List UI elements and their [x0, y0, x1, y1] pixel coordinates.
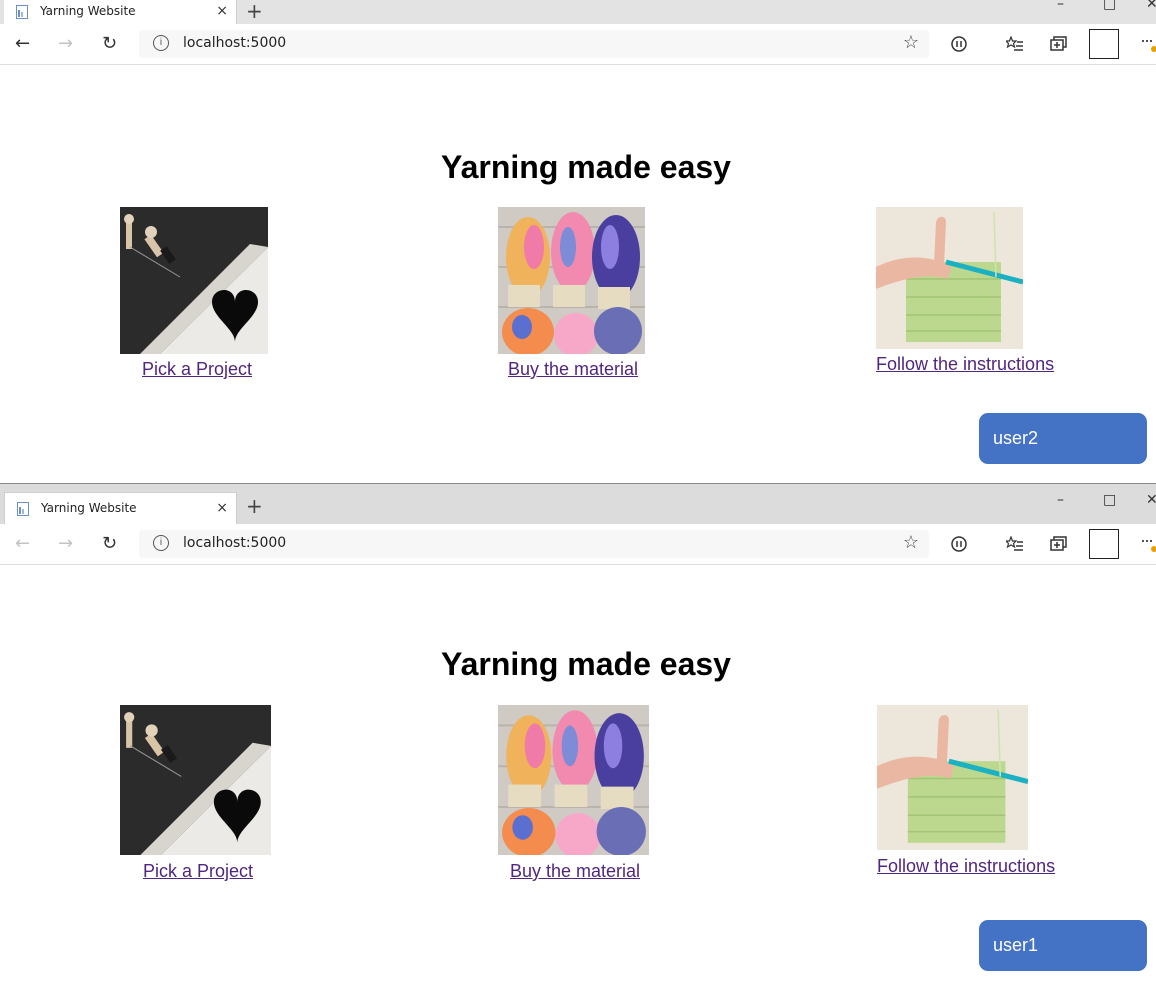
follow-instructions-link[interactable]: Follow the instructions: [876, 354, 1054, 375]
profile-button[interactable]: [1089, 529, 1119, 559]
forward-icon[interactable]: →: [58, 532, 73, 556]
address-bar[interactable]: i localhost:5000 ☆: [139, 30, 929, 58]
browser-window-2: Yarning Website × + – □ ✕ ← → ↻ i localh…: [0, 483, 1156, 985]
tab-title: Yarning Website: [40, 4, 136, 18]
back-icon[interactable]: ←: [15, 32, 30, 56]
page-icon: [16, 5, 28, 19]
yarn-skeins-image: [498, 207, 645, 354]
card-follow-instructions: Follow the instructions: [876, 207, 1054, 374]
new-tab-icon[interactable]: +: [246, 495, 263, 517]
browser-tab[interactable]: Yarning Website ×: [4, 0, 237, 24]
forward-icon[interactable]: →: [58, 32, 73, 56]
pick-project-link[interactable]: Pick a Project: [143, 861, 253, 882]
url-text[interactable]: localhost:5000: [183, 35, 286, 51]
profile-button[interactable]: [1089, 29, 1119, 59]
browser-window-1: Yarning Website × + – □ ✕ ← → ↻ i localh…: [0, 0, 1156, 482]
address-bar[interactable]: i localhost:5000 ☆: [139, 530, 929, 558]
favorite-star-icon[interactable]: ☆: [903, 532, 919, 553]
favorite-star-icon[interactable]: ☆: [903, 32, 919, 53]
maximize-icon[interactable]: □: [1103, 492, 1116, 508]
tracking-icon[interactable]: [950, 36, 968, 52]
close-window-icon[interactable]: ✕: [1146, 0, 1156, 12]
title-bar: Yarning Website × + – □ ✕: [0, 484, 1156, 524]
title-bar: Yarning Website × + – □ ✕: [0, 0, 1156, 24]
maximize-icon[interactable]: □: [1103, 0, 1116, 12]
close-window-icon[interactable]: ✕: [1146, 492, 1156, 508]
tracking-icon[interactable]: [950, 536, 968, 552]
address-toolbar: ← → ↻ i localhost:5000 ☆ ···: [0, 524, 1156, 565]
favorites-list-icon[interactable]: [1006, 536, 1024, 552]
new-tab-icon[interactable]: +: [246, 0, 263, 22]
collections-icon[interactable]: [1050, 36, 1068, 52]
card-buy-material: Buy the material: [498, 705, 649, 881]
card-pick-project: Pick a Project: [120, 207, 268, 379]
notification-dot: [1151, 546, 1156, 552]
card-follow-instructions: Follow the instructions: [877, 705, 1055, 876]
favorites-list-icon[interactable]: [1006, 36, 1024, 52]
refresh-icon[interactable]: ↻: [102, 32, 117, 56]
pick-project-link[interactable]: Pick a Project: [142, 359, 252, 380]
minimize-icon[interactable]: –: [1057, 492, 1064, 508]
buy-material-link[interactable]: Buy the material: [508, 359, 638, 380]
yarn-skeins-image: [498, 705, 649, 855]
card-pick-project: Pick a Project: [120, 705, 271, 881]
heart-blanket-image: [120, 705, 271, 855]
notification-dot: [1151, 46, 1156, 52]
crochet-image: [877, 705, 1028, 850]
page-icon: [17, 502, 29, 516]
page-title: Yarning made easy: [441, 646, 731, 682]
tab-close-icon[interactable]: ×: [216, 3, 228, 19]
info-icon[interactable]: i: [153, 35, 169, 51]
follow-instructions-link[interactable]: Follow the instructions: [877, 856, 1055, 877]
url-text[interactable]: localhost:5000: [183, 535, 286, 551]
browser-tab[interactable]: Yarning Website ×: [4, 492, 237, 524]
heart-blanket-image: [120, 207, 268, 354]
user-button[interactable]: user1: [979, 920, 1147, 971]
minimize-icon[interactable]: –: [1057, 0, 1064, 12]
tab-title: Yarning Website: [41, 501, 137, 515]
back-icon[interactable]: ←: [15, 532, 30, 556]
buy-material-link[interactable]: Buy the material: [510, 861, 640, 882]
address-toolbar: ← → ↻ i localhost:5000 ☆ ···: [0, 24, 1156, 65]
info-icon[interactable]: i: [153, 535, 169, 551]
page-title: Yarning made easy: [441, 149, 731, 185]
crochet-image: [876, 207, 1023, 349]
tab-close-icon[interactable]: ×: [216, 500, 228, 516]
refresh-icon[interactable]: ↻: [102, 532, 117, 556]
card-buy-material: Buy the material: [498, 207, 645, 379]
collections-icon[interactable]: [1050, 536, 1068, 552]
user-button[interactable]: user2: [979, 413, 1147, 464]
